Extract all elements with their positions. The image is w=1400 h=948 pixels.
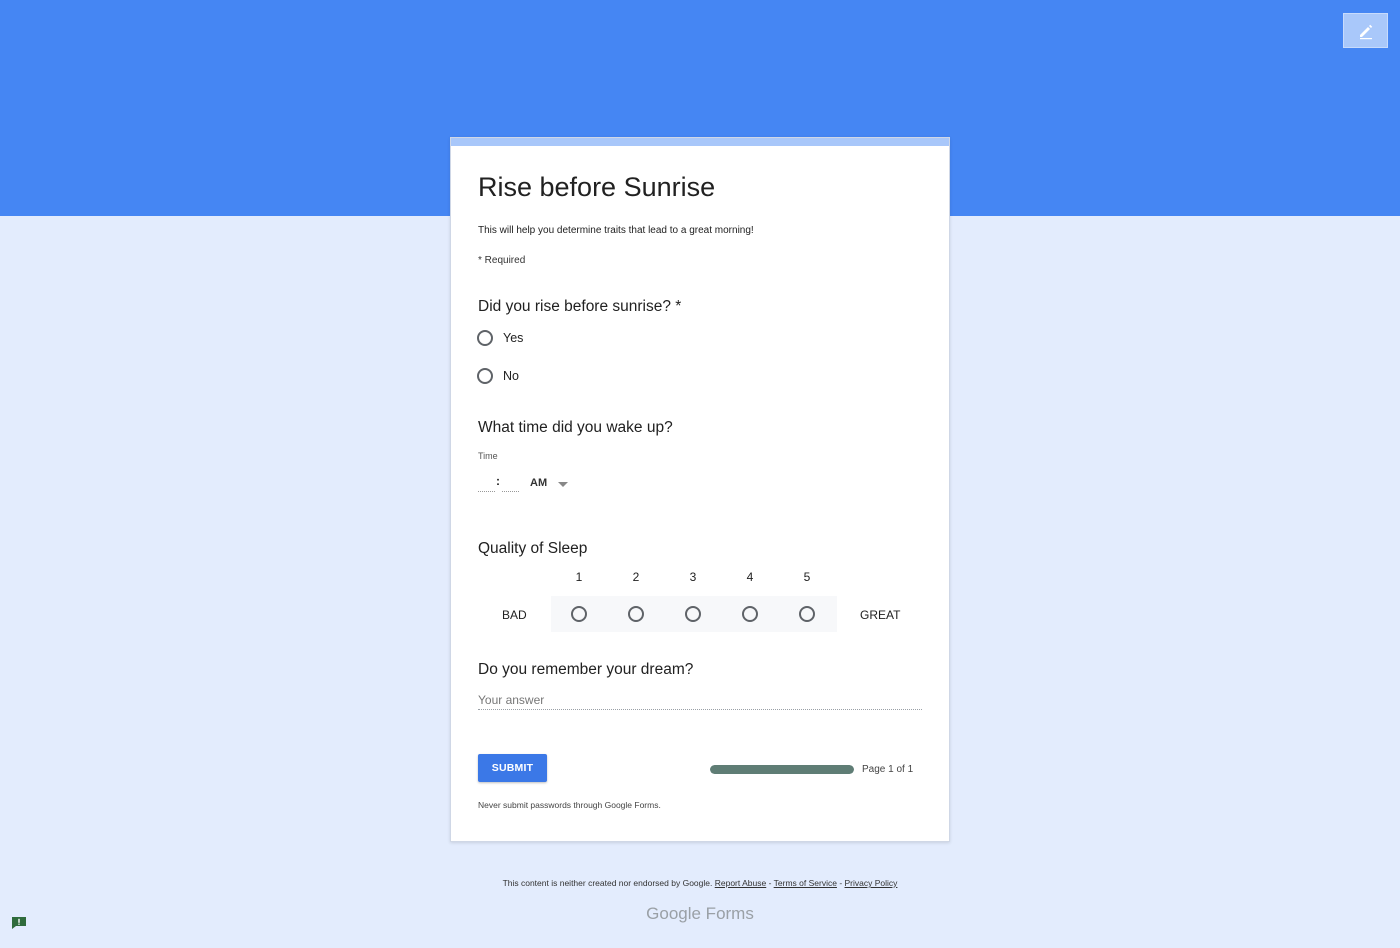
scale-number-5: 5 bbox=[803, 570, 811, 584]
footer-disclaimer: This content is neither created nor endo… bbox=[0, 878, 1400, 888]
time-separator: : bbox=[496, 474, 500, 488]
progress-bar bbox=[710, 765, 854, 774]
scale-radio-2[interactable] bbox=[628, 606, 644, 622]
scale-number-3: 3 bbox=[689, 570, 697, 584]
terms-of-service-link[interactable]: Terms of Service bbox=[774, 878, 837, 888]
scale-radio-5[interactable] bbox=[799, 606, 815, 622]
scale-number-2: 2 bbox=[632, 570, 640, 584]
dream-answer-input[interactable] bbox=[478, 690, 922, 710]
progress-bar-fill bbox=[710, 765, 854, 774]
submit-button[interactable]: SUBMIT bbox=[478, 754, 547, 782]
scale-number-1: 1 bbox=[575, 570, 583, 584]
required-note: * Required bbox=[478, 255, 526, 266]
time-label: Time bbox=[478, 451, 498, 461]
hour-input[interactable] bbox=[478, 478, 495, 492]
scale-radio-1[interactable] bbox=[571, 606, 587, 622]
radio-label-no: No bbox=[503, 369, 519, 383]
question-title-rise: Did you rise before sunrise? * bbox=[478, 298, 682, 315]
footer-separator: - bbox=[766, 878, 774, 888]
scale-number-4: 4 bbox=[746, 570, 754, 584]
radio-option-no[interactable]: No bbox=[477, 368, 519, 384]
scale-high-label: GREAT bbox=[860, 608, 901, 622]
scale-radio-3[interactable] bbox=[685, 606, 701, 622]
question-title-sleep-quality: Quality of Sleep bbox=[478, 540, 588, 557]
form-card: Rise before Sunrise This will help you d… bbox=[450, 137, 950, 842]
privacy-policy-link[interactable]: Privacy Policy bbox=[845, 878, 898, 888]
chevron-down-icon[interactable] bbox=[558, 482, 568, 487]
scale-low-label: BAD bbox=[502, 608, 527, 622]
edit-form-button[interactable] bbox=[1343, 13, 1388, 48]
radio-label-yes: Yes bbox=[503, 331, 524, 345]
password-warning: Never submit passwords through Google Fo… bbox=[478, 800, 661, 810]
radio-option-yes[interactable]: Yes bbox=[477, 330, 523, 346]
report-flag-icon[interactable] bbox=[11, 916, 27, 930]
google-forms-logo: Google Forms bbox=[646, 904, 754, 923]
form-description: This will help you determine traits that… bbox=[478, 225, 754, 236]
page-indicator: Page 1 of 1 bbox=[862, 764, 914, 775]
form-title: Rise before Sunrise bbox=[478, 172, 716, 202]
report-abuse-link[interactable]: Report Abuse bbox=[715, 878, 767, 888]
card-accent-bar bbox=[451, 138, 949, 146]
radio-button[interactable] bbox=[477, 330, 493, 346]
question-title-dream: Do you remember your dream? bbox=[478, 661, 694, 678]
radio-button[interactable] bbox=[477, 368, 493, 384]
footer-text: This content is neither created nor endo… bbox=[502, 878, 713, 888]
minute-input[interactable] bbox=[502, 478, 519, 492]
footer-separator: - bbox=[836, 878, 845, 888]
ampm-select[interactable]: AM bbox=[530, 477, 547, 489]
scale-radio-4[interactable] bbox=[742, 606, 758, 622]
pencil-icon bbox=[1359, 24, 1372, 39]
question-title-wake-time: What time did you wake up? bbox=[478, 419, 673, 436]
